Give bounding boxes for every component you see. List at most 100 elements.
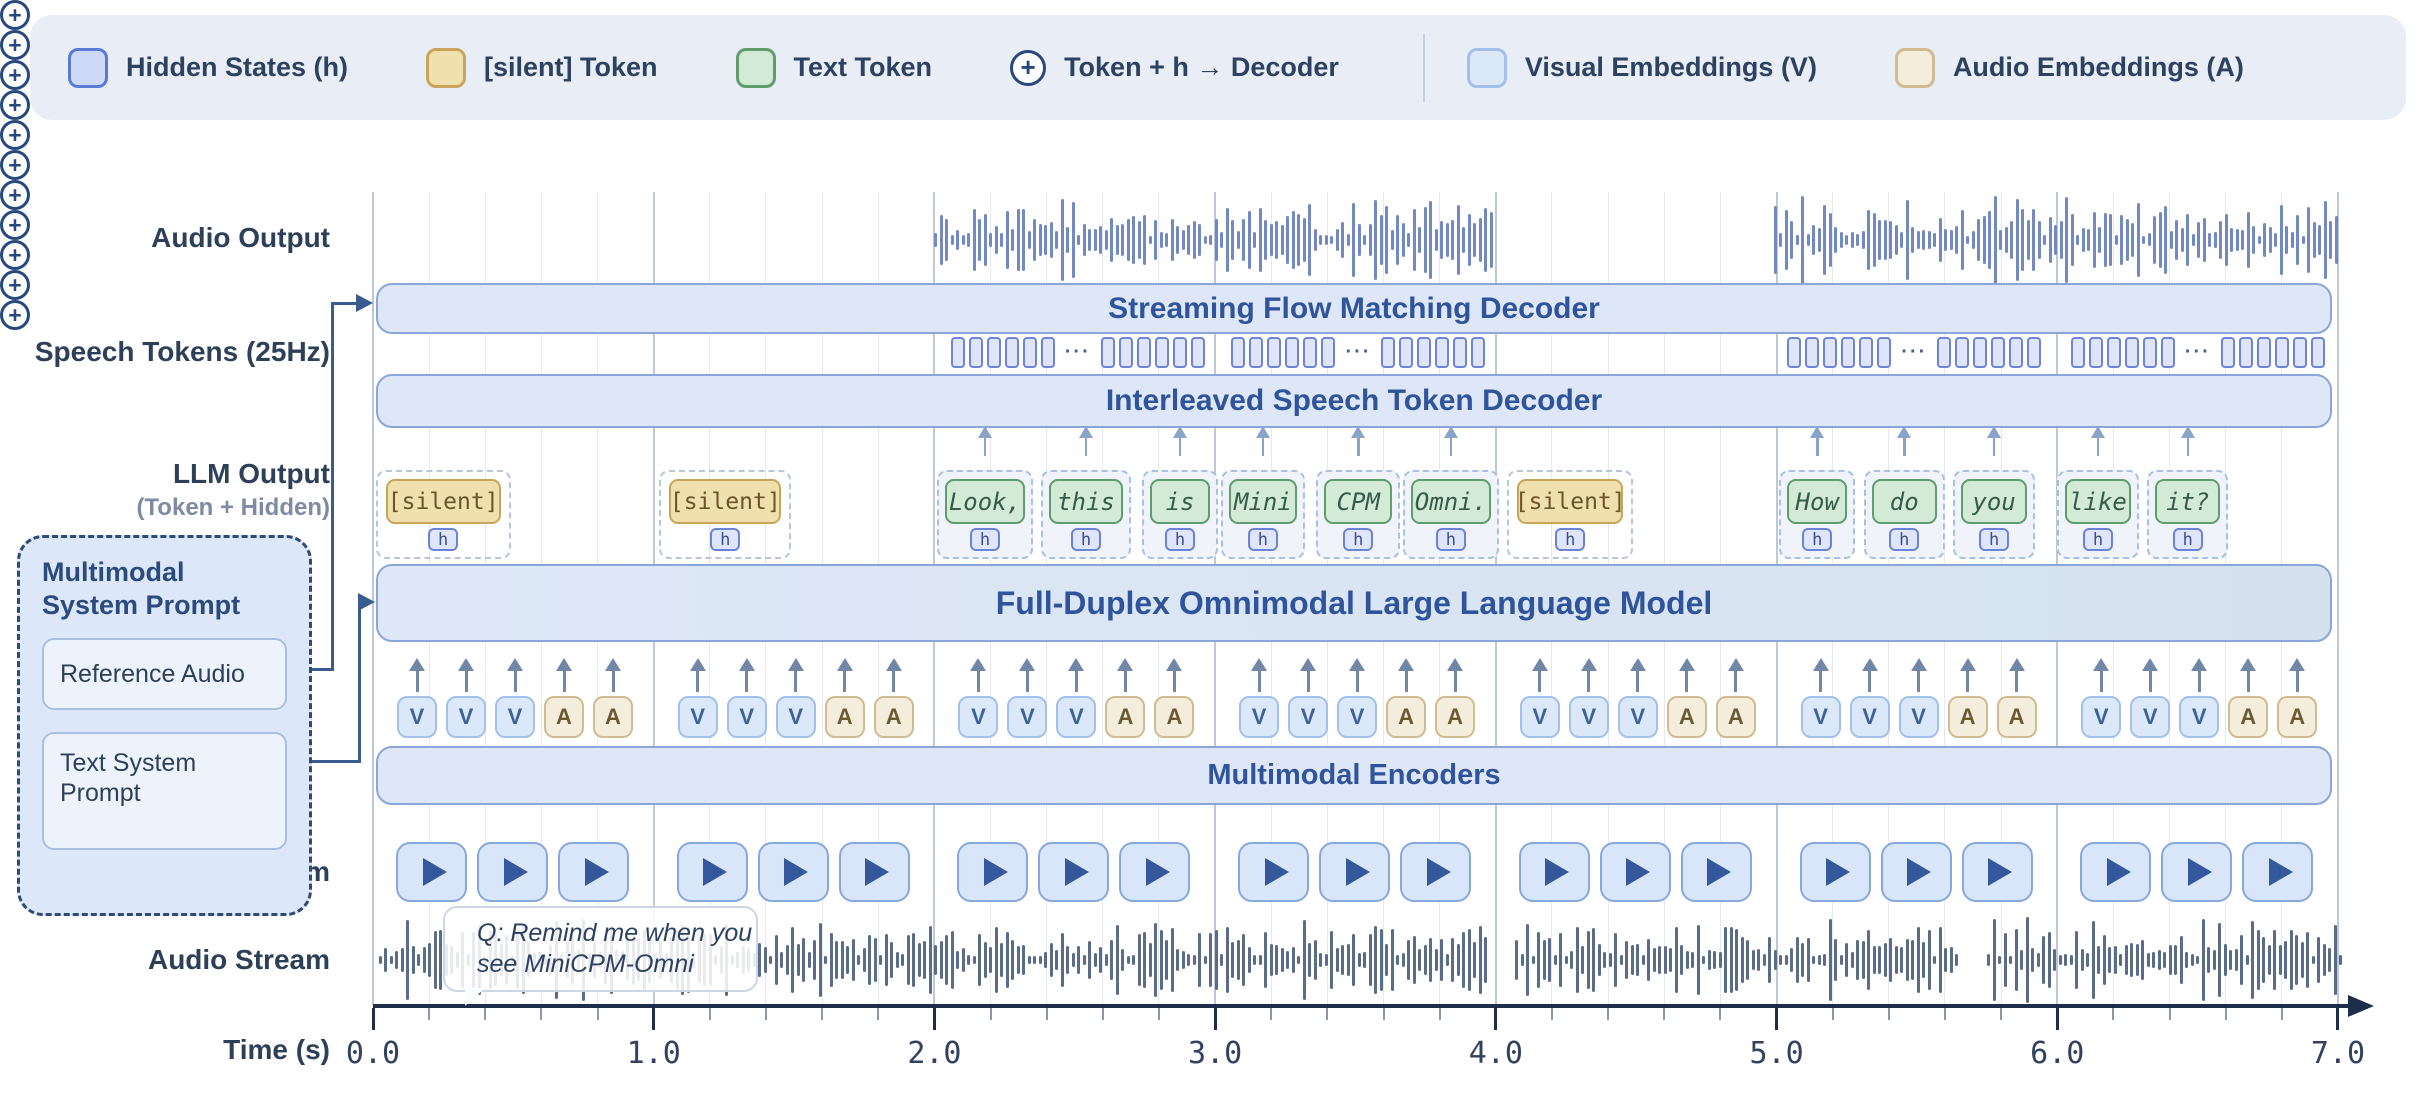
embedding-arrow-icon <box>1447 658 1463 671</box>
audio-stream-waveform-bar <box>2059 955 2062 966</box>
audio-stream-waveform-bar <box>1730 927 1733 993</box>
video-frame-box <box>1881 842 1952 902</box>
video-frame-box <box>677 842 748 902</box>
llm-token-silent: [silent] <box>1517 479 1623 524</box>
audio-output-waveform-bar <box>2181 228 2184 252</box>
audio-output-waveform-bar <box>1347 234 1350 246</box>
video-frame-box <box>396 842 467 902</box>
audio-stream-waveform-bar <box>1281 948 1284 972</box>
audio-stream-waveform-bar <box>1708 950 1711 969</box>
axis-tick-minor <box>1383 1008 1385 1020</box>
audio-stream-waveform-bar <box>934 945 937 975</box>
audio-stream-waveform-bar <box>1867 930 1870 990</box>
speech-token-rect <box>1119 337 1133 368</box>
audio-output-waveform-bar <box>1000 233 1003 247</box>
audio-stream-waveform-bar <box>1165 940 1168 980</box>
speech-token-rect <box>2239 337 2253 368</box>
audio-stream-waveform-bar <box>1039 956 1042 964</box>
video-frame-box <box>558 842 629 902</box>
audio-output-waveform-bar <box>2307 207 2310 274</box>
axis-tick-minor <box>1607 1008 1609 1020</box>
embedding-arrow-shaft <box>2198 670 2201 692</box>
audio-output-waveform-bar <box>1094 229 1097 250</box>
axis-tick-minor <box>765 1008 767 1020</box>
axis-tick-minor <box>1439 1008 1441 1020</box>
embedding-arrow-shaft <box>1868 670 1871 692</box>
audio-stream-waveform-bar <box>1099 947 1102 972</box>
token-to-decoder-arrow-shaft <box>1816 437 1819 456</box>
audio-stream-waveform-bar <box>758 943 761 977</box>
audio-stream-waveform-bar <box>1834 939 1837 981</box>
audio-stream-waveform-bar <box>1570 951 1573 969</box>
audio-output-waveform-bar <box>1977 219 1980 261</box>
speech-token-rect <box>1955 337 1969 368</box>
speech-token-rect <box>1101 337 1115 368</box>
audio-stream-waveform-bar <box>2185 952 2188 968</box>
audio-output-waveform-bar <box>1807 234 1810 246</box>
audio-stream-waveform-bar <box>2130 943 2133 976</box>
audio-output-waveform-bar <box>1220 232 1223 248</box>
audio-stream-waveform-bar <box>1187 954 1190 965</box>
audio-stream-waveform-bar <box>2108 947 2111 973</box>
audio-output-waveform-bar <box>1484 208 1487 273</box>
hidden-state-h-box: h <box>1436 528 1466 551</box>
embedding-arrow-shaft <box>2149 670 2152 692</box>
audio-output-waveform-bar <box>2318 225 2321 255</box>
speech-token-ellipsis: ··· <box>1065 341 1091 364</box>
axis-tick-minor <box>1663 1008 1665 1020</box>
audio-stream-waveform-bar <box>2284 941 2287 978</box>
audio-output-waveform-bar <box>2076 235 2079 244</box>
token-to-decoder-arrow-icon <box>1987 426 2001 438</box>
audio-stream-waveform-bar <box>1044 952 1047 969</box>
audio-stream-waveform-bar <box>1347 944 1350 976</box>
full-duplex-llm-label: Full-Duplex Omnimodal Large Language Mod… <box>996 585 1713 622</box>
audio-output-waveform-bar <box>2131 223 2134 257</box>
audio-stream-waveform-bar <box>2092 921 2095 999</box>
audio-stream-waveform-bar <box>769 956 772 964</box>
speech-token-rect <box>1023 337 1037 368</box>
audio-stream-waveform-bar <box>1911 940 1914 979</box>
row-label-audio-stream: Audio Stream <box>10 944 330 976</box>
audio-output-waveform-bar <box>1204 236 1207 245</box>
audio-output-waveform-bar <box>1446 223 1449 257</box>
embedding-arrow-icon <box>1166 658 1182 671</box>
token-plus-h-icon: + <box>0 120 30 150</box>
row-label-speech-tokens: Speech Tokens (25Hz) <box>10 336 330 368</box>
embedding-arrow-icon <box>2191 658 2207 671</box>
speech-token-rect <box>1155 337 1169 368</box>
speech-token-rect <box>1137 337 1151 368</box>
audio-stream-waveform-bar <box>1286 951 1289 968</box>
audio-output-waveform-bar <box>2087 229 2090 251</box>
audio-output-waveform-bar <box>2153 216 2156 264</box>
visual-embedding-box: V <box>446 696 486 738</box>
audio-stream-waveform-bar <box>1330 931 1333 989</box>
token-plus-h-icon: + <box>0 300 30 330</box>
audio-output-waveform-bar <box>2335 216 2338 264</box>
embedding-arrow-shaft <box>1124 670 1127 692</box>
video-frame-box <box>1400 842 1471 902</box>
speech-token-rect <box>2089 337 2103 368</box>
hidden-state-h-box: h <box>1343 528 1373 551</box>
audio-output-waveform-bar <box>1396 215 1399 266</box>
audio-stream-waveform-bar <box>1587 931 1590 989</box>
audio-output-waveform-bar <box>1380 215 1383 265</box>
audio-stream-waveform-bar <box>2251 921 2254 998</box>
audio-stream-waveform-bar <box>1768 937 1771 983</box>
audio-output-waveform-bar <box>1385 206 1388 273</box>
play-icon <box>1265 858 1289 886</box>
audio-stream-waveform-bar <box>1559 933 1562 987</box>
audio-output-waveform-bar <box>1165 233 1168 248</box>
audio-output-waveform-bar <box>2098 227 2101 254</box>
audio-output-waveform-bar <box>1895 225 1898 254</box>
audio-output-waveform-bar <box>1077 235 1080 245</box>
audio-stream-waveform-bar <box>978 934 981 986</box>
llm-token-text: this <box>1049 479 1123 524</box>
video-frame-box <box>1119 842 1190 902</box>
audio-output-waveform-bar <box>2148 233 2151 246</box>
audio-output-waveform-bar <box>2170 231 2173 248</box>
audio-output-waveform-bar <box>1215 219 1218 260</box>
video-frame-box <box>1238 842 1309 902</box>
audio-output-waveform-bar <box>1066 227 1069 254</box>
audio-stream-waveform-bar <box>1922 942 1925 979</box>
video-frame-box <box>839 842 910 902</box>
